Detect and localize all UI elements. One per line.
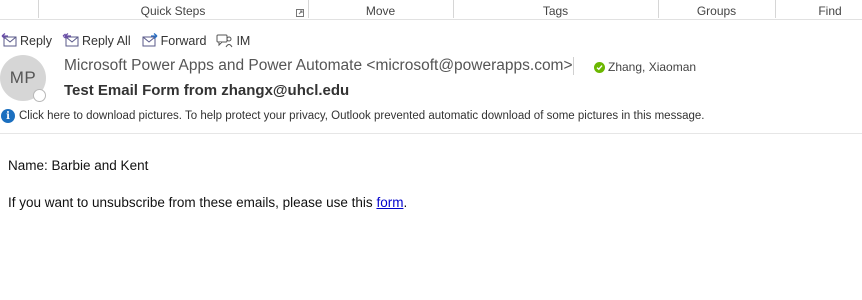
ribbon-group-tags: Tags [542, 4, 569, 18]
im-icon [216, 34, 233, 48]
reply-label: Reply [20, 34, 52, 48]
ribbon-group-groups: Groups [696, 4, 737, 18]
info-icon: i [1, 109, 15, 123]
im-label: IM [236, 34, 251, 48]
reply-button[interactable]: Reply [0, 31, 52, 51]
ribbon-group-labels: Quick Steps Move Tags Groups Find [0, 0, 862, 20]
reply-all-label: Reply All [81, 34, 131, 48]
dialog-launcher-icon[interactable] [296, 9, 304, 17]
body-line-name: Name: Barbie and Kent [8, 158, 149, 173]
header-divider [0, 133, 862, 134]
ribbon-group-move: Move [365, 4, 396, 18]
body-line-unsubscribe: If you want to unsubscribe from these em… [8, 195, 407, 210]
available-status-icon [594, 61, 605, 73]
form-link[interactable]: form [376, 195, 403, 210]
sender-address[interactable]: Microsoft Power Apps and Power Automate … [64, 57, 573, 75]
recipient-name: Zhang, Xiaoman [608, 60, 697, 74]
message-subject: Test Email Form from zhangx@uhcl.edu [64, 82, 350, 99]
unsubscribe-text: If you want to unsubscribe from these em… [8, 195, 377, 210]
forward-icon [142, 33, 158, 47]
ribbon-group-find: Find [818, 4, 842, 18]
ribbon-group-quick-steps: Quick Steps [140, 4, 206, 18]
forward-button[interactable]: Forward [141, 31, 207, 51]
presence-status-icon [33, 89, 46, 102]
reply-all-button[interactable]: Reply All [62, 31, 131, 51]
recipient[interactable]: Zhang, Xiaoman [594, 60, 696, 74]
im-button[interactable]: IM [216, 31, 250, 51]
unsubscribe-suffix: . [403, 195, 408, 210]
download-pictures-infobar[interactable]: i Click here to download pictures. To he… [0, 107, 862, 125]
reply-all-icon [62, 33, 79, 47]
reply-icon [1, 33, 17, 47]
message-actions: Reply Reply All Forward IM [0, 31, 260, 51]
infobar-text: Click here to download pictures. To help… [19, 110, 705, 122]
forward-label: Forward [160, 34, 207, 48]
header-separator [573, 57, 574, 75]
